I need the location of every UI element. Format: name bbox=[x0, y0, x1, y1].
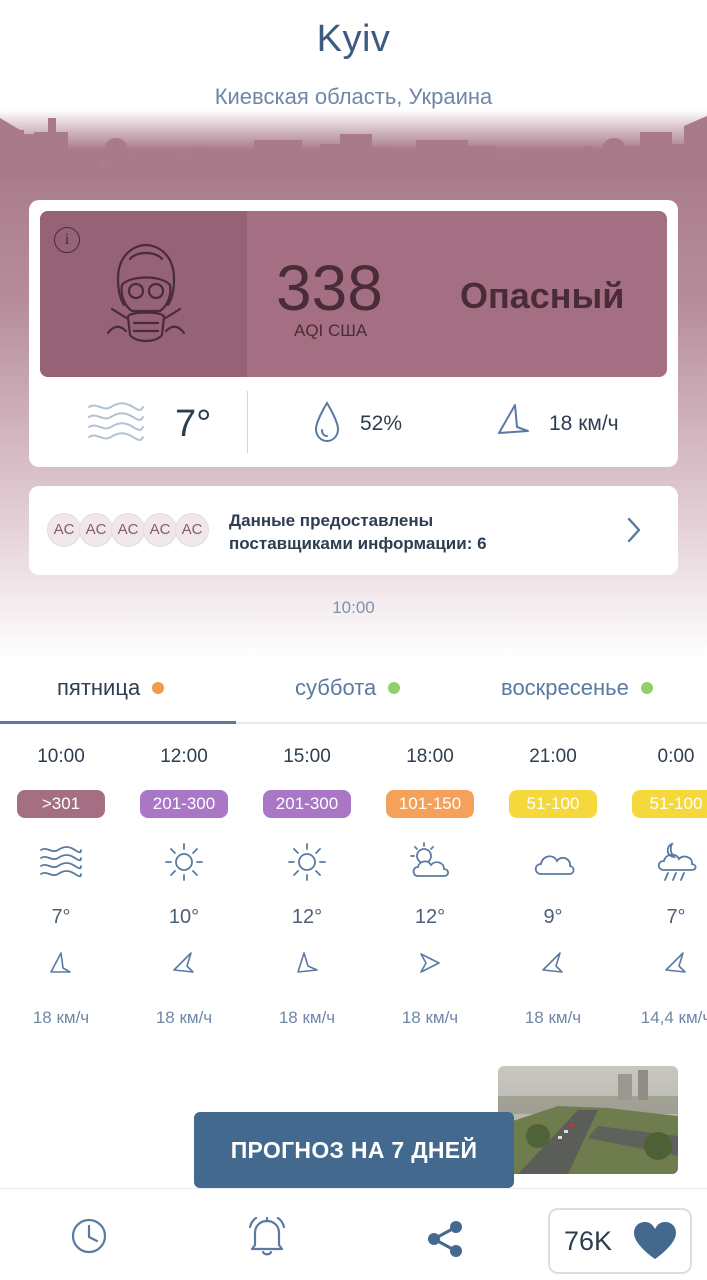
info-icon[interactable]: i bbox=[54, 227, 80, 253]
active-tab-indicator bbox=[0, 721, 236, 724]
chevron-right-icon[interactable] bbox=[625, 516, 643, 544]
heart-icon bbox=[634, 1222, 676, 1259]
history-clock-icon[interactable] bbox=[70, 1217, 108, 1255]
forecast-temp: 10° bbox=[168, 906, 200, 928]
rain-night-icon bbox=[657, 842, 697, 881]
wind-direction-icon bbox=[50, 952, 71, 973]
tab-sunday[interactable]: воскресенье bbox=[501, 670, 653, 706]
aqi-dot bbox=[640, 682, 653, 694]
forecast-temp: 12° bbox=[414, 906, 446, 928]
city-photo-thumbnail[interactable] bbox=[498, 1066, 678, 1174]
forecast-time: 0:00 bbox=[657, 746, 695, 767]
tab-friday[interactable]: пятница bbox=[57, 670, 165, 706]
forecast-wind: 18 км/ч bbox=[155, 1008, 213, 1027]
providers-text-line1: Данные предоставлены bbox=[229, 511, 434, 530]
forecast-temp: 7° bbox=[51, 906, 71, 928]
share-icon[interactable] bbox=[425, 1219, 465, 1259]
haze-icon bbox=[88, 402, 144, 441]
wind-direction-icon bbox=[420, 953, 440, 973]
wind-direction-icon bbox=[173, 952, 194, 973]
forecast-wind: 18 км/ч bbox=[32, 1008, 90, 1027]
current-wind-speed: 18 км/ч bbox=[549, 412, 619, 435]
aqi-badge: 51-100 bbox=[509, 790, 597, 818]
seven-day-forecast-button[interactable]: ПРОГНОЗ НА 7 ДНЕЙ bbox=[194, 1112, 514, 1188]
forecast-time: 21:00 bbox=[529, 746, 577, 767]
forecast-temp: 7° bbox=[666, 906, 686, 928]
humidity-drop-icon bbox=[314, 401, 340, 443]
day-tabs: пятница суббота воскресенье bbox=[0, 670, 707, 724]
forecast-time: 15:00 bbox=[283, 746, 331, 767]
sun-icon bbox=[288, 843, 326, 881]
wind-direction-icon bbox=[297, 952, 318, 973]
current-temperature: 7° bbox=[175, 403, 212, 445]
forecast-time: 12:00 bbox=[160, 746, 208, 767]
provider-avatar: AC bbox=[47, 513, 81, 547]
city-name: Kyiv bbox=[316, 18, 391, 60]
wind-direction-icon bbox=[498, 404, 529, 434]
bottom-navigation: 76K bbox=[0, 1188, 707, 1280]
forecast-wind: 18 км/ч bbox=[278, 1008, 336, 1027]
forecast-wind: 18 км/ч bbox=[524, 1008, 582, 1027]
aqi-badge: 101-150 bbox=[386, 790, 474, 818]
cloud-icon bbox=[534, 855, 575, 875]
forecast-wind: 14,4 км/ч bbox=[640, 1008, 707, 1027]
wind-direction-icon bbox=[665, 952, 686, 973]
forecast-time: 10:00 bbox=[37, 746, 85, 767]
aqi-dot bbox=[388, 682, 401, 694]
like-button[interactable]: 76K bbox=[548, 1208, 692, 1274]
tab-label: пятница bbox=[57, 675, 141, 700]
aqi-card[interactable]: i 338 AQI США Опасный 7° 52% 18 км/ч bbox=[29, 200, 678, 467]
forecast-temp: 12° bbox=[291, 906, 323, 928]
haze-icon bbox=[40, 846, 82, 878]
wind-direction-icon bbox=[542, 952, 563, 973]
aqi-dot bbox=[152, 682, 165, 694]
city-skyline bbox=[0, 116, 707, 180]
aqi-badge: 201-300 bbox=[263, 790, 351, 818]
provider-avatar: AC bbox=[79, 513, 113, 547]
forecast-wind: 18 км/ч bbox=[401, 1008, 459, 1027]
aqi-panel: i 338 AQI США Опасный bbox=[40, 211, 667, 377]
forecast-temp: 9° bbox=[543, 906, 563, 928]
aqi-badge: 51-100 bbox=[632, 790, 707, 818]
update-time: 10:00 bbox=[332, 598, 375, 617]
current-humidity: 52% bbox=[360, 412, 403, 435]
providers-text-line2: поставщиками информации: 6 bbox=[229, 534, 487, 553]
likes-count: 76K bbox=[564, 1226, 613, 1256]
partly-cloudy-icon bbox=[410, 842, 450, 877]
tab-saturday[interactable]: суббота bbox=[295, 670, 401, 706]
gas-mask-icon bbox=[106, 243, 186, 343]
aqi-value: 338 bbox=[276, 252, 383, 324]
tab-label: суббота bbox=[295, 675, 377, 700]
aqi-level-label: Опасный bbox=[460, 275, 625, 316]
forecast-time: 18:00 bbox=[406, 746, 454, 767]
aqi-unit-label: AQI США bbox=[294, 321, 368, 340]
provider-avatar: AC bbox=[143, 513, 177, 547]
tab-label: воскресенье bbox=[501, 675, 629, 700]
aqi-badge: 201-300 bbox=[140, 790, 228, 818]
current-conditions: 7° 52% 18 км/ч bbox=[29, 385, 678, 460]
hourly-forecast[interactable]: 10:00 >301 7° 18 км/ч 12:00 201-300 10° … bbox=[0, 740, 707, 1040]
divider bbox=[247, 391, 248, 453]
notification-bell-icon[interactable] bbox=[246, 1213, 288, 1257]
provider-avatar: AC bbox=[111, 513, 145, 547]
region-name: Киевская область, Украина bbox=[214, 84, 493, 109]
sun-icon bbox=[165, 843, 203, 881]
aqi-badge: >301 bbox=[17, 790, 105, 818]
provider-avatar: AC bbox=[175, 513, 209, 547]
providers-text: Данные предоставлены поставщиками информ… bbox=[229, 509, 487, 555]
data-providers-card[interactable]: AC AC AC AC AC Данные предоставлены пост… bbox=[29, 486, 678, 575]
